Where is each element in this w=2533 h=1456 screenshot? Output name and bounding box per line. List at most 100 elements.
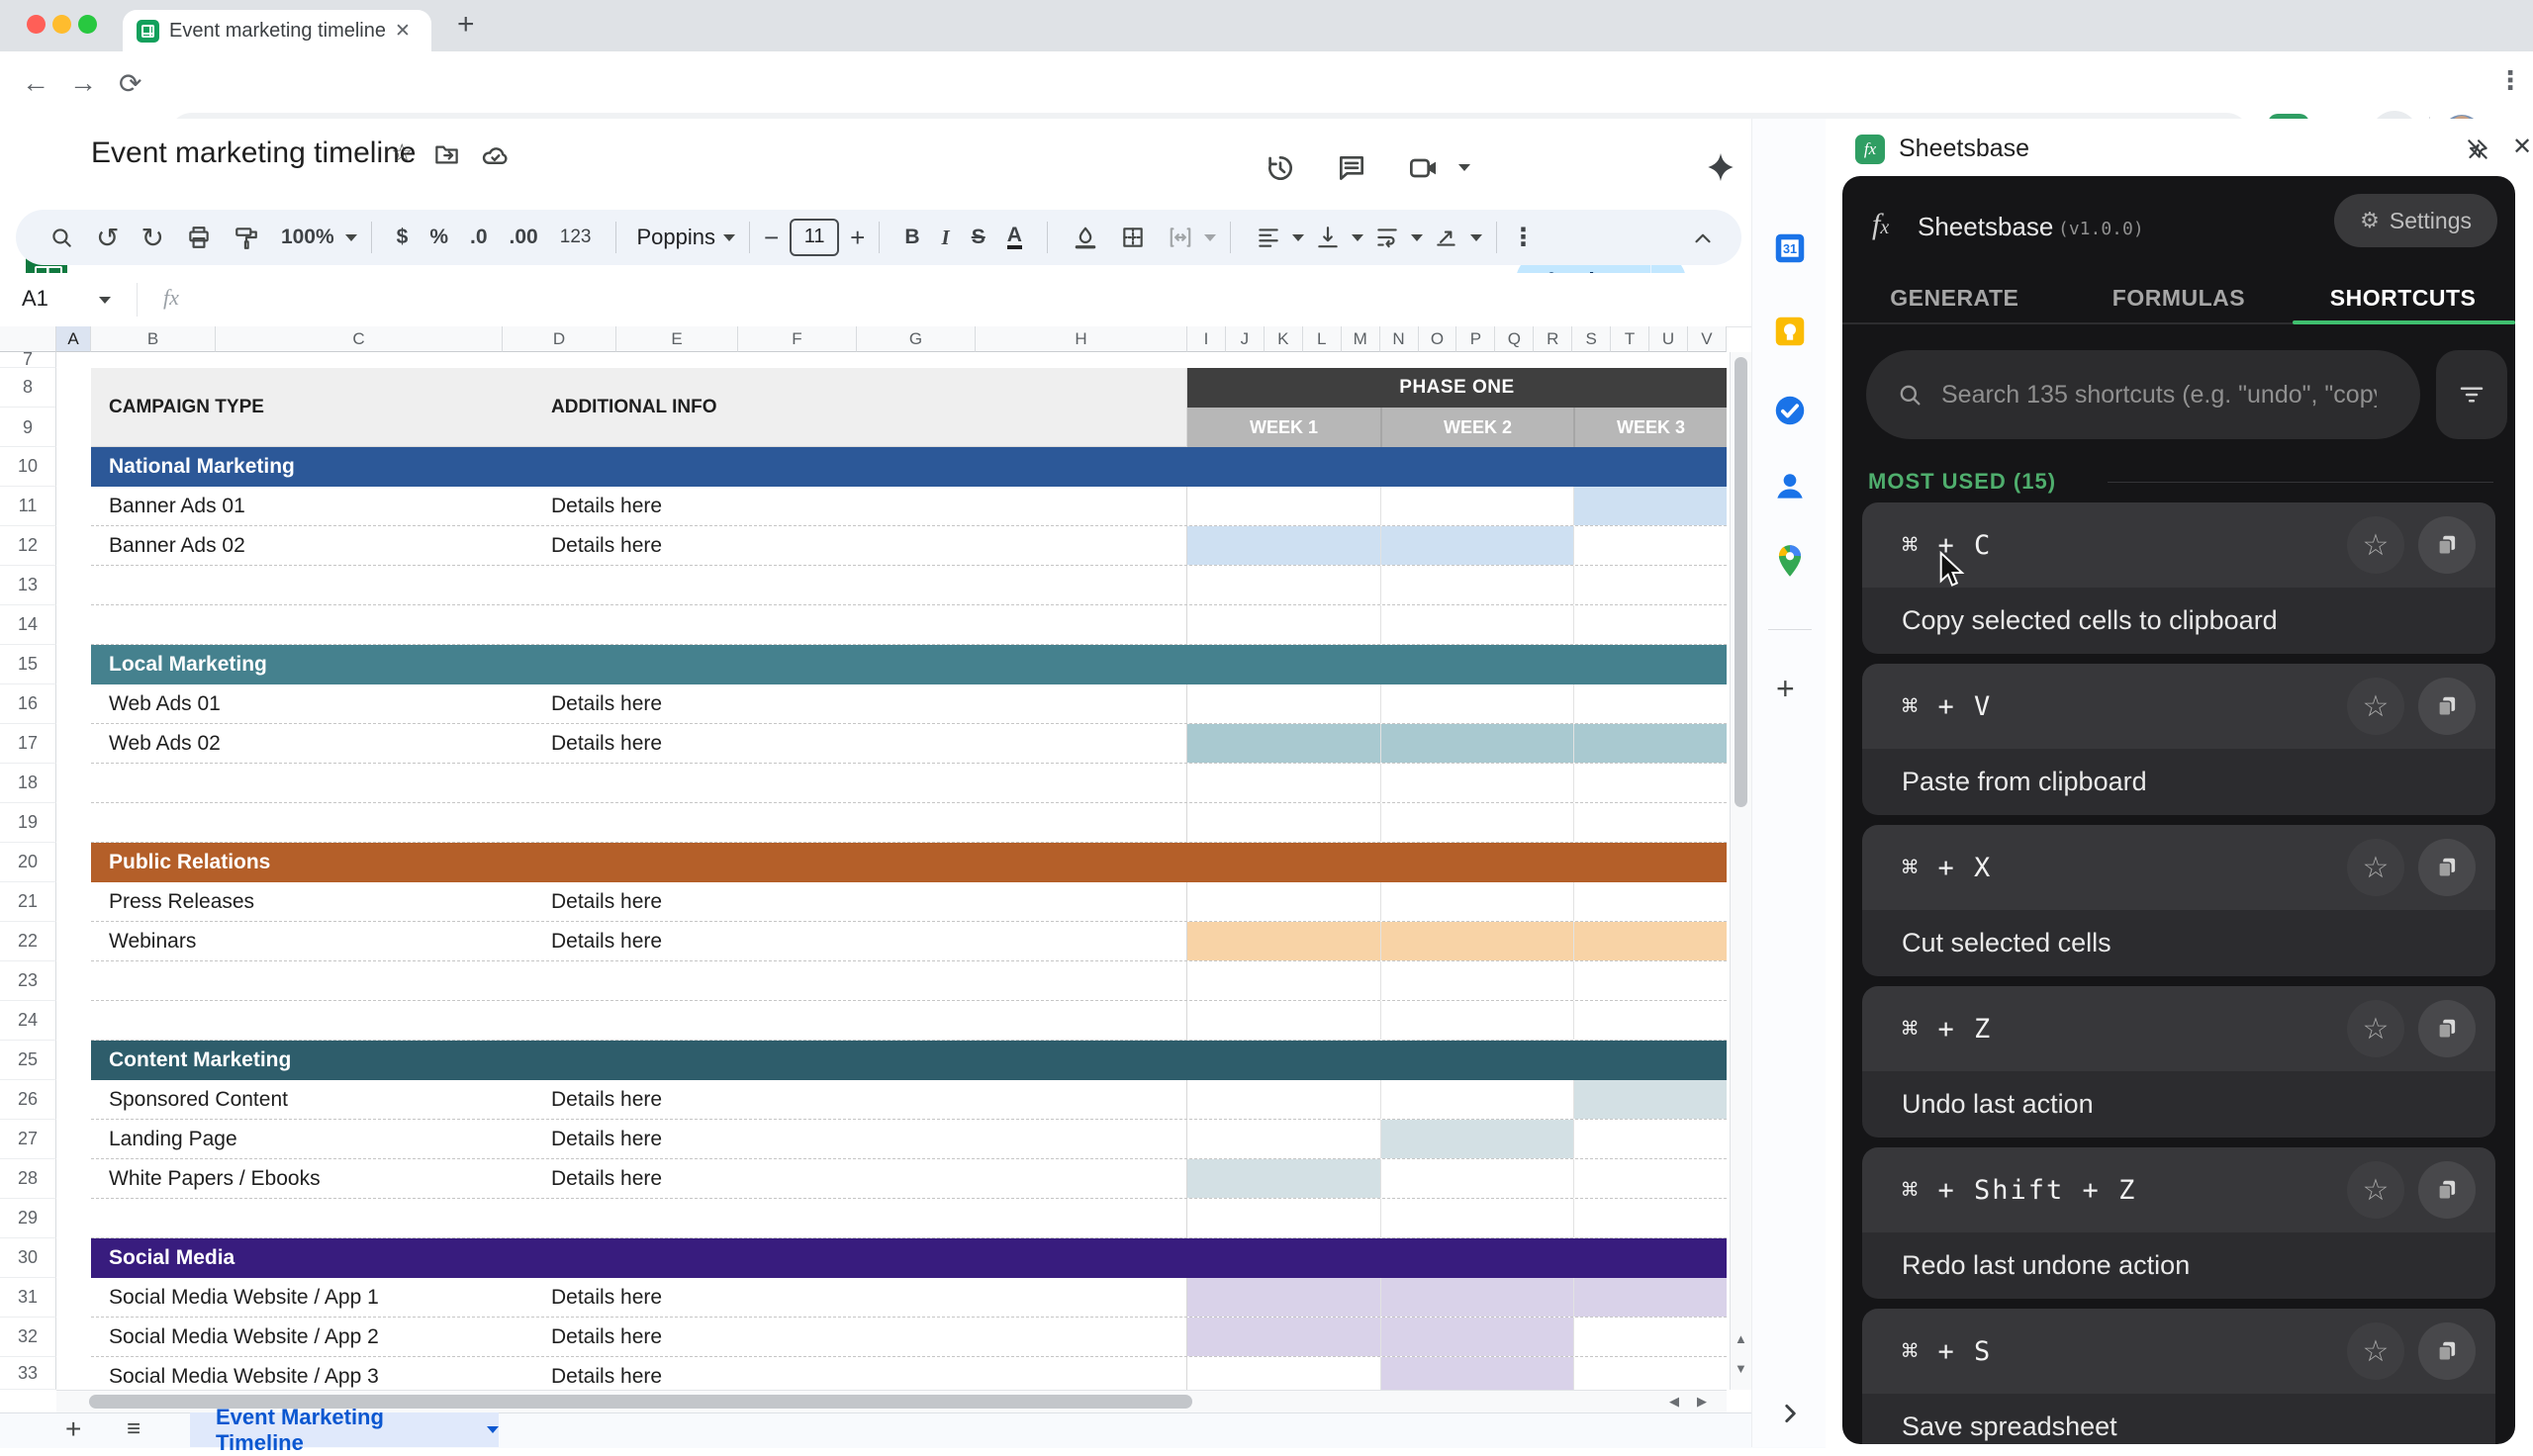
grid-row-22[interactable]: 22 Webinars Details here — [0, 922, 1727, 961]
font-select[interactable]: Poppins — [636, 225, 715, 250]
grid-row-11[interactable]: 11 Banner Ads 01 Details here — [0, 487, 1727, 526]
more-formats-button[interactable]: 123 — [560, 227, 592, 248]
format-currency-button[interactable]: $ — [397, 226, 409, 249]
increase-font-size-button[interactable]: + — [850, 223, 865, 253]
favorite-star-icon[interactable]: ☆ — [2347, 839, 2404, 896]
scroll-left-icon[interactable]: ◀ — [1669, 1394, 1679, 1410]
add-icon[interactable]: + — [1776, 671, 1795, 707]
row-number[interactable]: 29 — [0, 1199, 56, 1238]
bold-button[interactable]: B — [904, 226, 919, 249]
campaign-cell[interactable]: Press Releases — [109, 882, 254, 921]
increase-decimals-button[interactable]: .00 — [510, 226, 538, 249]
scroll-up-icon[interactable]: ▲ — [1735, 1331, 1747, 1346]
grid-row-19[interactable]: 19 — [0, 803, 1727, 843]
campaign-cell[interactable]: Web Ads 01 — [109, 684, 221, 723]
minimize-window-button[interactable] — [52, 15, 71, 34]
row-number[interactable]: 26 — [0, 1080, 56, 1120]
history-icon[interactable] — [1265, 152, 1296, 184]
campaign-cell[interactable]: Sponsored Content — [109, 1080, 288, 1119]
horizontal-align-icon[interactable] — [1256, 225, 1281, 250]
grid-row-33[interactable]: 33 Social Media Website / App 3 Details he… — [0, 1357, 1727, 1390]
merge-caret-icon[interactable] — [1203, 233, 1216, 241]
week-2-cell[interactable] — [1380, 1318, 1573, 1356]
week-2-cell[interactable] — [1380, 922, 1573, 960]
campaign-cell[interactable]: Webinars — [109, 922, 196, 960]
grid-row-29[interactable]: 29 — [0, 1199, 1727, 1238]
week-2-cell[interactable] — [1380, 1278, 1573, 1317]
grid-row-27[interactable]: 27 Landing Page Details here — [0, 1120, 1727, 1159]
column-header-K[interactable]: K — [1264, 326, 1303, 352]
format-percent-button[interactable]: % — [429, 226, 448, 249]
week-2-cell[interactable] — [1380, 803, 1573, 842]
scroll-right-icon[interactable]: ▶ — [1697, 1394, 1707, 1410]
panel-tab-formulas[interactable]: FORMULAS — [2067, 285, 2292, 312]
font-size-input[interactable]: 11 — [790, 219, 840, 256]
move-folder-icon[interactable] — [433, 141, 460, 168]
tasks-icon[interactable] — [1771, 392, 1809, 429]
panel-tab-shortcuts[interactable]: SHORTCUTS — [2291, 285, 2515, 312]
week-2-cell[interactable] — [1380, 1080, 1573, 1119]
shortcut-search[interactable] — [1866, 350, 2420, 439]
week-3-cell[interactable] — [1573, 961, 1727, 1000]
column-header-I[interactable]: I — [1187, 326, 1226, 352]
column-header-V[interactable]: V — [1687, 326, 1727, 352]
week-1-cell[interactable] — [1187, 1318, 1380, 1356]
video-camera-icon[interactable] — [1407, 152, 1441, 184]
select-all-corner[interactable] — [0, 326, 56, 352]
calendar-icon[interactable]: 31 — [1771, 229, 1809, 267]
row-number[interactable]: 10 — [0, 447, 56, 487]
grid-row-10[interactable]: 10 National Marketing — [0, 447, 1727, 487]
decrease-font-size-button[interactable]: − — [764, 223, 779, 253]
row-number[interactable]: 19 — [0, 803, 56, 843]
undo-icon[interactable]: ↺ — [96, 222, 119, 254]
borders-icon[interactable] — [1120, 225, 1146, 250]
week-3-cell[interactable] — [1573, 1318, 1727, 1356]
week-2-cell[interactable] — [1380, 1199, 1573, 1237]
week-2-cell[interactable] — [1380, 566, 1573, 604]
copy-shortcut-button[interactable] — [2418, 1161, 2476, 1219]
zoom-caret-icon[interactable] — [344, 233, 357, 241]
row-number[interactable]: 14 — [0, 605, 56, 645]
contacts-icon[interactable] — [1771, 467, 1809, 504]
grid-row-28[interactable]: 28 White Papers / Ebooks Details here — [0, 1159, 1727, 1199]
all-sheets-button[interactable]: ≡ — [127, 1415, 141, 1443]
week-1-cell[interactable] — [1187, 1159, 1380, 1198]
week-3-cell[interactable] — [1573, 487, 1727, 525]
column-header-D[interactable]: D — [503, 326, 616, 352]
week-1-cell[interactable] — [1187, 487, 1380, 525]
sheet-tab-caret-icon[interactable] — [487, 1426, 499, 1433]
row-number[interactable]: 24 — [0, 1001, 56, 1041]
shortcut-card[interactable]: ⌘ + S ☆ Save spreadsheet — [1862, 1309, 2495, 1444]
week-1-cell[interactable] — [1187, 684, 1380, 723]
info-cell[interactable]: Details here — [551, 882, 662, 921]
campaign-cell[interactable]: Social Media Website / App 2 — [109, 1318, 379, 1356]
week-2-cell[interactable] — [1380, 961, 1573, 1000]
info-cell[interactable]: Details here — [551, 724, 662, 763]
week-3-cell[interactable] — [1573, 1120, 1727, 1158]
grid-row-18[interactable]: 18 — [0, 764, 1727, 803]
align-caret-icon[interactable] — [1291, 233, 1304, 241]
text-wrap-icon[interactable] — [1374, 225, 1400, 250]
week-2-cell[interactable] — [1380, 1159, 1573, 1198]
grid-row-15[interactable]: 15 Local Marketing — [0, 645, 1727, 684]
info-cell[interactable]: Details here — [551, 1159, 662, 1198]
week-3-cell[interactable] — [1573, 566, 1727, 604]
column-header-P[interactable]: P — [1456, 326, 1496, 352]
column-header-R[interactable]: R — [1534, 326, 1573, 352]
week-1-cell[interactable] — [1187, 1357, 1380, 1390]
close-window-button[interactable] — [27, 15, 46, 34]
campaign-cell[interactable]: Banner Ads 01 — [109, 487, 245, 525]
week-3-cell[interactable] — [1573, 1159, 1727, 1198]
reload-icon[interactable]: ⟳ — [119, 67, 141, 100]
week-2-cell[interactable] — [1380, 1357, 1573, 1390]
collapse-chevron-icon[interactable] — [1777, 1401, 1803, 1426]
column-header-N[interactable]: N — [1379, 326, 1419, 352]
copy-shortcut-button[interactable] — [2418, 1000, 2476, 1057]
campaign-cell[interactable]: Social Media Website / App 3 — [109, 1357, 379, 1390]
column-header-Q[interactable]: Q — [1495, 326, 1535, 352]
week-1-cell[interactable] — [1187, 526, 1380, 565]
info-cell[interactable]: Details here — [551, 487, 662, 525]
week-3-cell[interactable] — [1573, 803, 1727, 842]
week-1-cell[interactable] — [1187, 803, 1380, 842]
favorite-star-icon[interactable]: ☆ — [2347, 1161, 2404, 1219]
